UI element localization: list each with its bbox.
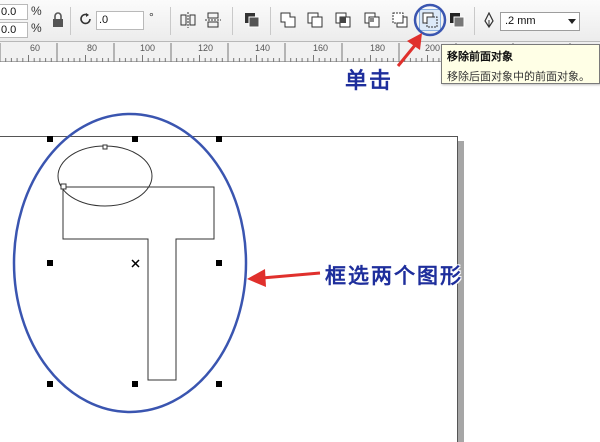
- tooltip: 移除前面对象 移除后面对象中的前面对象。: [441, 44, 600, 84]
- node-handle[interactable]: [60, 183, 67, 190]
- annotation-arrow-to-selection: [247, 269, 321, 287]
- tooltip-description: 移除后面对象中的前面对象。: [447, 70, 590, 83]
- tooltip-title: 移除前面对象: [447, 50, 513, 63]
- node-handle[interactable]: [102, 144, 108, 150]
- annotation-arrow-to-button: [396, 33, 422, 67]
- selection-center-marker: [131, 259, 140, 268]
- annotation-select-label: 框选两个图形: [325, 264, 463, 288]
- annotation-button-circle: [413, 3, 447, 37]
- annotation-click-label: 单击: [345, 69, 394, 94]
- t-shape[interactable]: [62, 186, 215, 381]
- ellipse-shape[interactable]: [57, 145, 153, 207]
